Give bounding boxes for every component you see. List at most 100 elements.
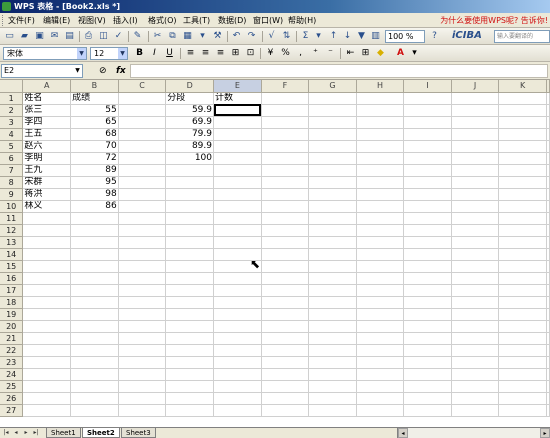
cell[interactable] (403, 392, 452, 405)
name-box[interactable]: E2 ▼ (1, 64, 83, 78)
cell[interactable] (451, 308, 500, 321)
cell[interactable] (546, 104, 550, 117)
cell[interactable] (22, 392, 72, 405)
menu-data[interactable]: 数据(D) (218, 14, 246, 27)
cell[interactable] (498, 332, 547, 345)
row-header[interactable]: 6 (0, 152, 24, 165)
chart-icon[interactable]: ▥ (369, 30, 382, 43)
column-header[interactable]: E (213, 80, 262, 93)
cell[interactable] (451, 200, 500, 213)
cell[interactable] (165, 164, 214, 177)
cell[interactable] (22, 296, 72, 309)
cell[interactable] (213, 344, 262, 357)
cell[interactable] (498, 92, 547, 105)
cell[interactable]: 95 (70, 176, 119, 189)
cell[interactable] (118, 212, 167, 225)
cell[interactable] (165, 404, 214, 417)
cell[interactable] (118, 404, 167, 417)
cell[interactable]: 69.9 (165, 116, 214, 129)
cell[interactable] (356, 248, 405, 261)
font-color-icon[interactable]: A (394, 47, 407, 60)
cell[interactable] (261, 104, 310, 117)
cell[interactable] (498, 176, 547, 189)
column-header[interactable]: G (308, 80, 357, 93)
row-header[interactable]: 7 (0, 164, 24, 177)
cell[interactable] (22, 344, 72, 357)
cell[interactable] (498, 200, 547, 213)
cell[interactable] (261, 176, 310, 189)
row-header[interactable]: 24 (0, 368, 24, 381)
cell[interactable] (308, 344, 357, 357)
cell[interactable] (22, 272, 72, 285)
cell[interactable] (261, 296, 310, 309)
paste-dropdown-icon[interactable]: ▾ (196, 30, 209, 43)
italic-button[interactable]: I (148, 47, 161, 60)
cell[interactable] (308, 140, 357, 153)
cell[interactable] (213, 272, 262, 285)
cell[interactable] (261, 164, 310, 177)
autosum-icon[interactable]: Σ (299, 30, 312, 43)
cell[interactable] (356, 140, 405, 153)
cell[interactable] (403, 236, 452, 249)
cell[interactable] (403, 296, 452, 309)
cell[interactable] (403, 332, 452, 345)
cell[interactable] (546, 116, 550, 129)
cell[interactable]: 计数 (213, 92, 262, 105)
cell[interactable] (22, 356, 72, 369)
translate-input[interactable]: 输入要翻译的 (494, 30, 550, 43)
cell[interactable] (403, 188, 452, 201)
print-icon[interactable]: ⎙ (82, 30, 95, 43)
first-sheet-icon[interactable]: |◂ (2, 428, 10, 438)
cell[interactable] (498, 284, 547, 297)
cell[interactable] (165, 272, 214, 285)
cell[interactable]: 蒋洪 (22, 188, 72, 201)
undo-icon[interactable]: ↶ (230, 30, 243, 43)
select-all-corner[interactable] (0, 80, 24, 93)
cell[interactable] (70, 344, 119, 357)
cell[interactable] (356, 104, 405, 117)
cell[interactable] (451, 320, 500, 333)
menu-window[interactable]: 窗口(W) (253, 14, 283, 27)
cell[interactable] (118, 188, 167, 201)
sheet-table[interactable]: A B C D E F G H I J K 1 姓名 成绩 分段 计数 2 张三 55 59.9 3 李四 65 69.9 4 王… (0, 80, 550, 417)
row-header[interactable]: 27 (0, 404, 24, 417)
cell[interactable] (261, 404, 310, 417)
row-header[interactable]: 5 (0, 140, 24, 153)
cell[interactable] (356, 236, 405, 249)
cell[interactable] (70, 296, 119, 309)
cell[interactable] (308, 176, 357, 189)
promo-link[interactable]: 为什么要使用WPS呢? 告诉你! (440, 14, 548, 27)
cell[interactable]: 89 (70, 164, 119, 177)
cell[interactable] (498, 248, 547, 261)
cell[interactable] (118, 140, 167, 153)
row-header[interactable]: 12 (0, 224, 24, 237)
cell[interactable]: 赵六 (22, 140, 72, 153)
row-header[interactable]: 1 (0, 92, 24, 105)
cell[interactable] (165, 332, 214, 345)
cell[interactable] (308, 332, 357, 345)
row-header[interactable]: 23 (0, 356, 24, 369)
cell[interactable] (498, 212, 547, 225)
cell[interactable] (498, 272, 547, 285)
row-header[interactable]: 19 (0, 308, 24, 321)
cell[interactable] (165, 176, 214, 189)
active-cell[interactable] (213, 104, 262, 117)
paste-icon[interactable]: ▦ (181, 30, 194, 43)
cell[interactable] (22, 212, 72, 225)
cell[interactable] (546, 308, 550, 321)
help-icon[interactable]: ? (428, 30, 441, 43)
formula-input[interactable] (130, 64, 548, 78)
cell[interactable] (165, 392, 214, 405)
cell[interactable] (213, 404, 262, 417)
cell[interactable] (356, 128, 405, 141)
cell[interactable] (546, 92, 550, 105)
cell[interactable] (546, 236, 550, 249)
cell[interactable] (356, 296, 405, 309)
cell[interactable] (546, 296, 550, 309)
thousands-separator-icon[interactable]: , (294, 47, 307, 60)
cancel-formula-icon[interactable]: ⊘ (99, 65, 107, 77)
row-header[interactable]: 20 (0, 320, 24, 333)
column-header[interactable]: D (165, 80, 214, 93)
cell[interactable] (403, 224, 452, 237)
cell[interactable] (118, 164, 167, 177)
